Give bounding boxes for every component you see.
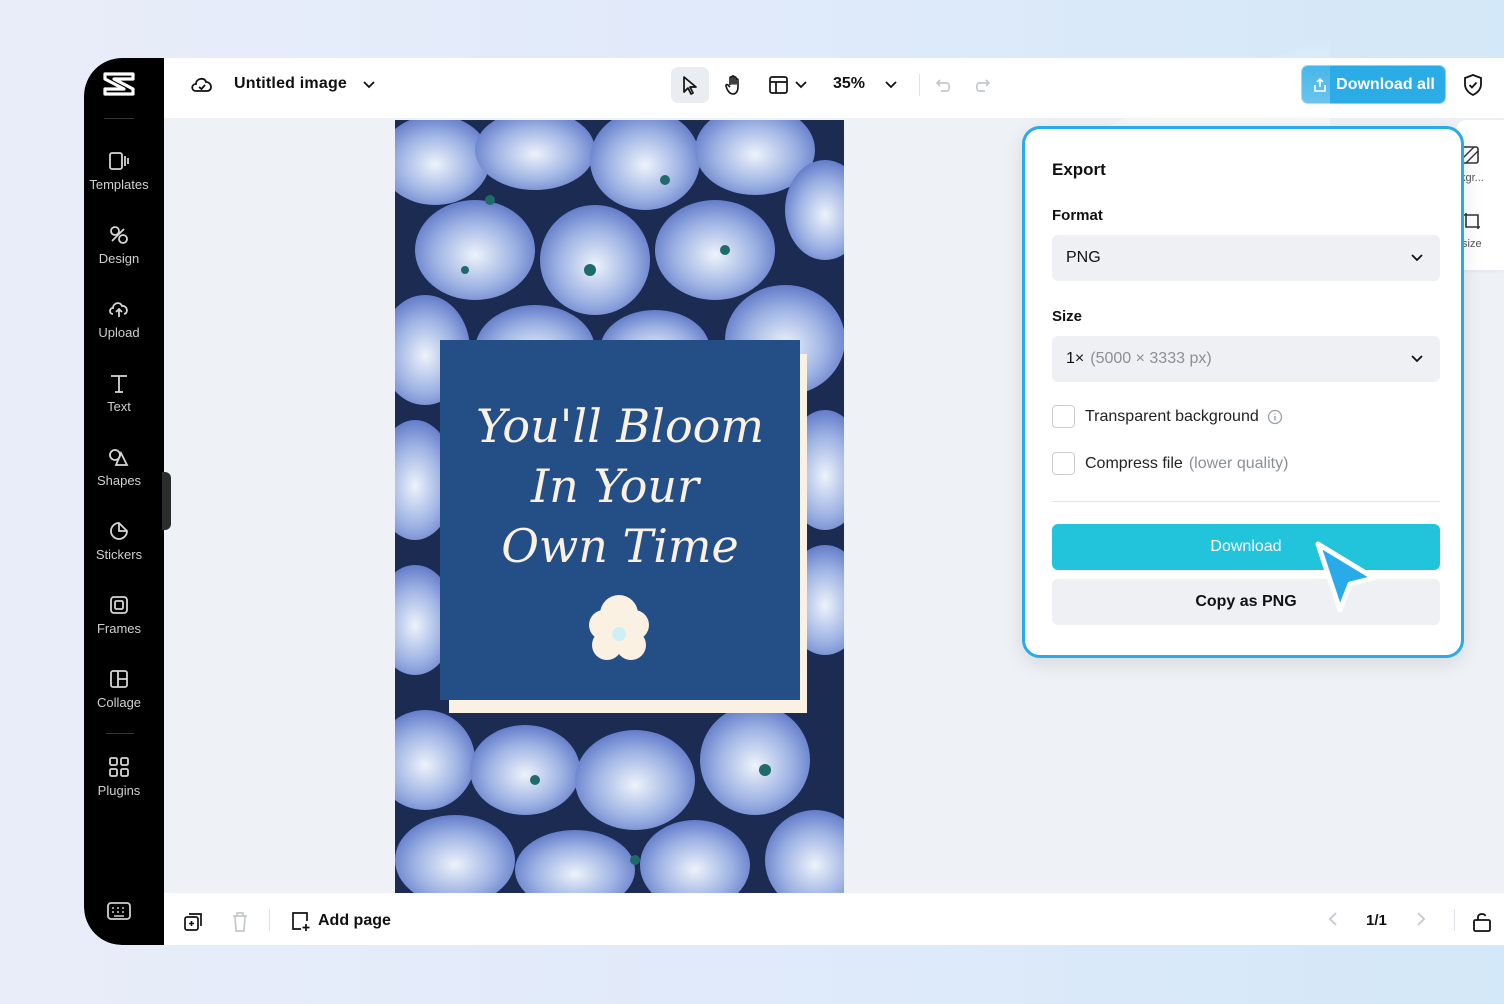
export-divider bbox=[1052, 501, 1440, 502]
poster-line-1[interactable]: You'll Bloom bbox=[476, 399, 764, 453]
shapes-icon bbox=[109, 449, 129, 466]
sidebar-item-frames[interactable]: Frames bbox=[84, 594, 154, 636]
chevron-down-icon bbox=[795, 81, 807, 89]
chevron-down-icon[interactable] bbox=[884, 78, 898, 92]
poster-line-3[interactable]: Own Time bbox=[501, 519, 739, 573]
chevron-down-icon[interactable] bbox=[362, 78, 376, 92]
undo-icon[interactable] bbox=[932, 75, 952, 95]
size-label: Size bbox=[1052, 308, 1083, 325]
toolbar-divider bbox=[269, 909, 270, 931]
resize-icon[interactable] bbox=[1462, 211, 1482, 231]
size-detail: (5000 × 3333 px) bbox=[1090, 350, 1212, 367]
sidebar-item-collage[interactable]: Collage bbox=[84, 668, 154, 710]
size-select[interactable]: 1× (5000 × 3333 px) bbox=[1052, 336, 1440, 382]
select-tool-button[interactable] bbox=[671, 67, 709, 103]
frames-icon bbox=[110, 596, 128, 614]
sidebar-item-label: Shapes bbox=[96, 473, 142, 488]
capcut-logo-icon[interactable] bbox=[102, 70, 136, 98]
size-value: 1× bbox=[1066, 350, 1085, 367]
transparent-background-label: Transparent background bbox=[1085, 407, 1259, 425]
shield-check-icon[interactable] bbox=[1462, 73, 1484, 97]
chevron-right-icon[interactable] bbox=[1414, 911, 1428, 927]
plugins-icon bbox=[109, 757, 129, 777]
redo-icon[interactable] bbox=[974, 75, 994, 95]
layout-tool-button[interactable] bbox=[764, 67, 812, 103]
sidebar-item-label: Plugins bbox=[97, 783, 141, 798]
sidebar-item-label: Design bbox=[98, 251, 140, 266]
format-value: PNG bbox=[1066, 249, 1101, 266]
bottom-toolbar: Add page 1/1 bbox=[164, 893, 1504, 945]
document-title[interactable]: Untitled image bbox=[234, 75, 347, 93]
sidebar-divider bbox=[104, 118, 134, 119]
compress-file-option[interactable]: Compress file (lower quality) bbox=[1052, 452, 1288, 475]
design-icon bbox=[110, 226, 128, 244]
sidebar-item-shapes[interactable]: Shapes bbox=[84, 446, 154, 488]
add-page-label: Add page bbox=[318, 912, 391, 929]
download-all-label: Download all bbox=[1336, 75, 1435, 93]
page-indicator: 1/1 bbox=[1366, 912, 1387, 929]
add-page-button[interactable]: Add page bbox=[290, 910, 391, 932]
sidebar-item-label: Stickers bbox=[95, 547, 143, 562]
sidebar-item-label: Text bbox=[107, 399, 131, 414]
sidebar-item-templates[interactable]: Templates bbox=[84, 150, 154, 192]
sidebar-item-label: Templates bbox=[89, 177, 149, 192]
sidebar-collapse-handle[interactable] bbox=[162, 472, 171, 530]
layout-icon bbox=[769, 76, 788, 94]
sidebar-item-label: Upload bbox=[98, 325, 140, 340]
sidebar-item-label: Collage bbox=[96, 695, 142, 710]
chevron-down-icon bbox=[1411, 355, 1423, 363]
compress-file-checkbox[interactable] bbox=[1052, 452, 1075, 475]
mouse-cursor-icon bbox=[1315, 541, 1377, 613]
stickers-icon bbox=[110, 522, 128, 540]
format-label: Format bbox=[1052, 207, 1103, 224]
add-page-icon bbox=[292, 912, 310, 931]
chevron-left-icon[interactable] bbox=[1326, 911, 1340, 927]
sidebar-item-stickers[interactable]: Stickers bbox=[84, 520, 154, 562]
rail-label: size bbox=[1462, 238, 1482, 250]
zoom-level[interactable]: 35% bbox=[833, 75, 865, 93]
keyboard-shortcuts-icon[interactable] bbox=[106, 901, 132, 921]
sidebar-item-upload[interactable]: Upload bbox=[84, 298, 154, 340]
format-select[interactable]: PNG bbox=[1052, 235, 1440, 281]
upload-icon bbox=[109, 302, 128, 317]
hydrangea-poster-image[interactable]: You'll Bloom In Your Own Time bbox=[395, 120, 844, 893]
sidebar-item-design[interactable]: Design bbox=[84, 224, 154, 266]
compress-file-hint: (lower quality) bbox=[1188, 454, 1289, 472]
transparent-background-option[interactable]: Transparent background bbox=[1052, 405, 1283, 428]
pointer-icon bbox=[683, 76, 697, 95]
transparent-background-checkbox[interactable] bbox=[1052, 405, 1075, 428]
info-icon[interactable] bbox=[1267, 409, 1283, 425]
text-icon bbox=[111, 375, 127, 393]
export-title: Export bbox=[1052, 160, 1106, 179]
duplicate-page-icon[interactable] bbox=[182, 911, 204, 933]
hand-icon bbox=[725, 75, 739, 95]
left-sidebar: Templates Design Upload Text Shapes Stic… bbox=[84, 58, 164, 945]
export-panel: Export Format PNG Size 1× (5000 × 3333 p… bbox=[1022, 126, 1464, 658]
chevron-down-icon bbox=[1411, 254, 1423, 262]
hand-tool-button[interactable] bbox=[716, 67, 752, 103]
copy-as-png-button[interactable]: Copy as PNG bbox=[1052, 579, 1440, 625]
templates-icon bbox=[109, 152, 129, 170]
sidebar-item-text[interactable]: Text bbox=[84, 372, 154, 414]
collage-icon bbox=[110, 670, 128, 688]
download-button[interactable]: Download bbox=[1052, 524, 1440, 570]
canvas-artwork[interactable]: You'll Bloom In Your Own Time bbox=[395, 120, 844, 893]
sidebar-divider bbox=[106, 733, 134, 734]
toolbar-divider bbox=[1454, 909, 1455, 931]
compress-file-label: Compress file bbox=[1085, 454, 1183, 472]
trash-icon[interactable] bbox=[230, 911, 250, 933]
sidebar-item-label: Frames bbox=[96, 621, 142, 636]
toolbar-divider bbox=[919, 74, 920, 96]
sidebar-item-plugins[interactable]: Plugins bbox=[84, 756, 154, 798]
cloud-sync-icon[interactable] bbox=[190, 74, 214, 96]
poster-line-2[interactable]: In Your bbox=[530, 459, 702, 513]
lock-icon[interactable] bbox=[1471, 911, 1493, 933]
